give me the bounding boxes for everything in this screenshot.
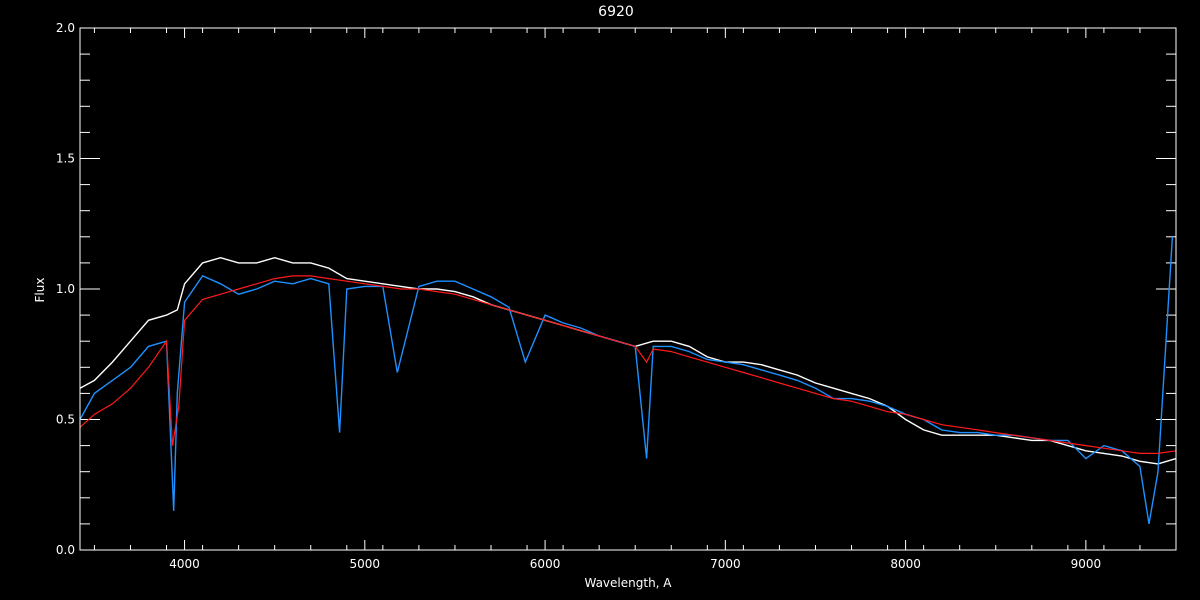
y-tick-label: 2.0	[56, 21, 75, 35]
x-axis-label: Wavelength, A	[584, 576, 672, 590]
spectrum-chart: 6920 4000 5000 6000 7000 8000 9000 0.0 0.5 1.0 1.…	[0, 0, 1200, 600]
y-tick-label: 1.5	[56, 152, 75, 166]
y-axis-label: Flux	[33, 278, 47, 303]
x-tick-label: 4000	[169, 557, 200, 571]
x-tick-label: 5000	[350, 557, 381, 571]
x-tick-label: 6000	[530, 557, 561, 571]
y-tick-label: 1.0	[56, 282, 75, 296]
x-tick-label: 7000	[710, 557, 741, 571]
chart-title: 6920	[598, 4, 634, 20]
x-tick-label: 8000	[890, 557, 921, 571]
x-tick-label: 9000	[1071, 557, 1102, 571]
y-tick-label: 0.5	[56, 413, 75, 427]
y-tick-label: 0.0	[56, 543, 75, 557]
